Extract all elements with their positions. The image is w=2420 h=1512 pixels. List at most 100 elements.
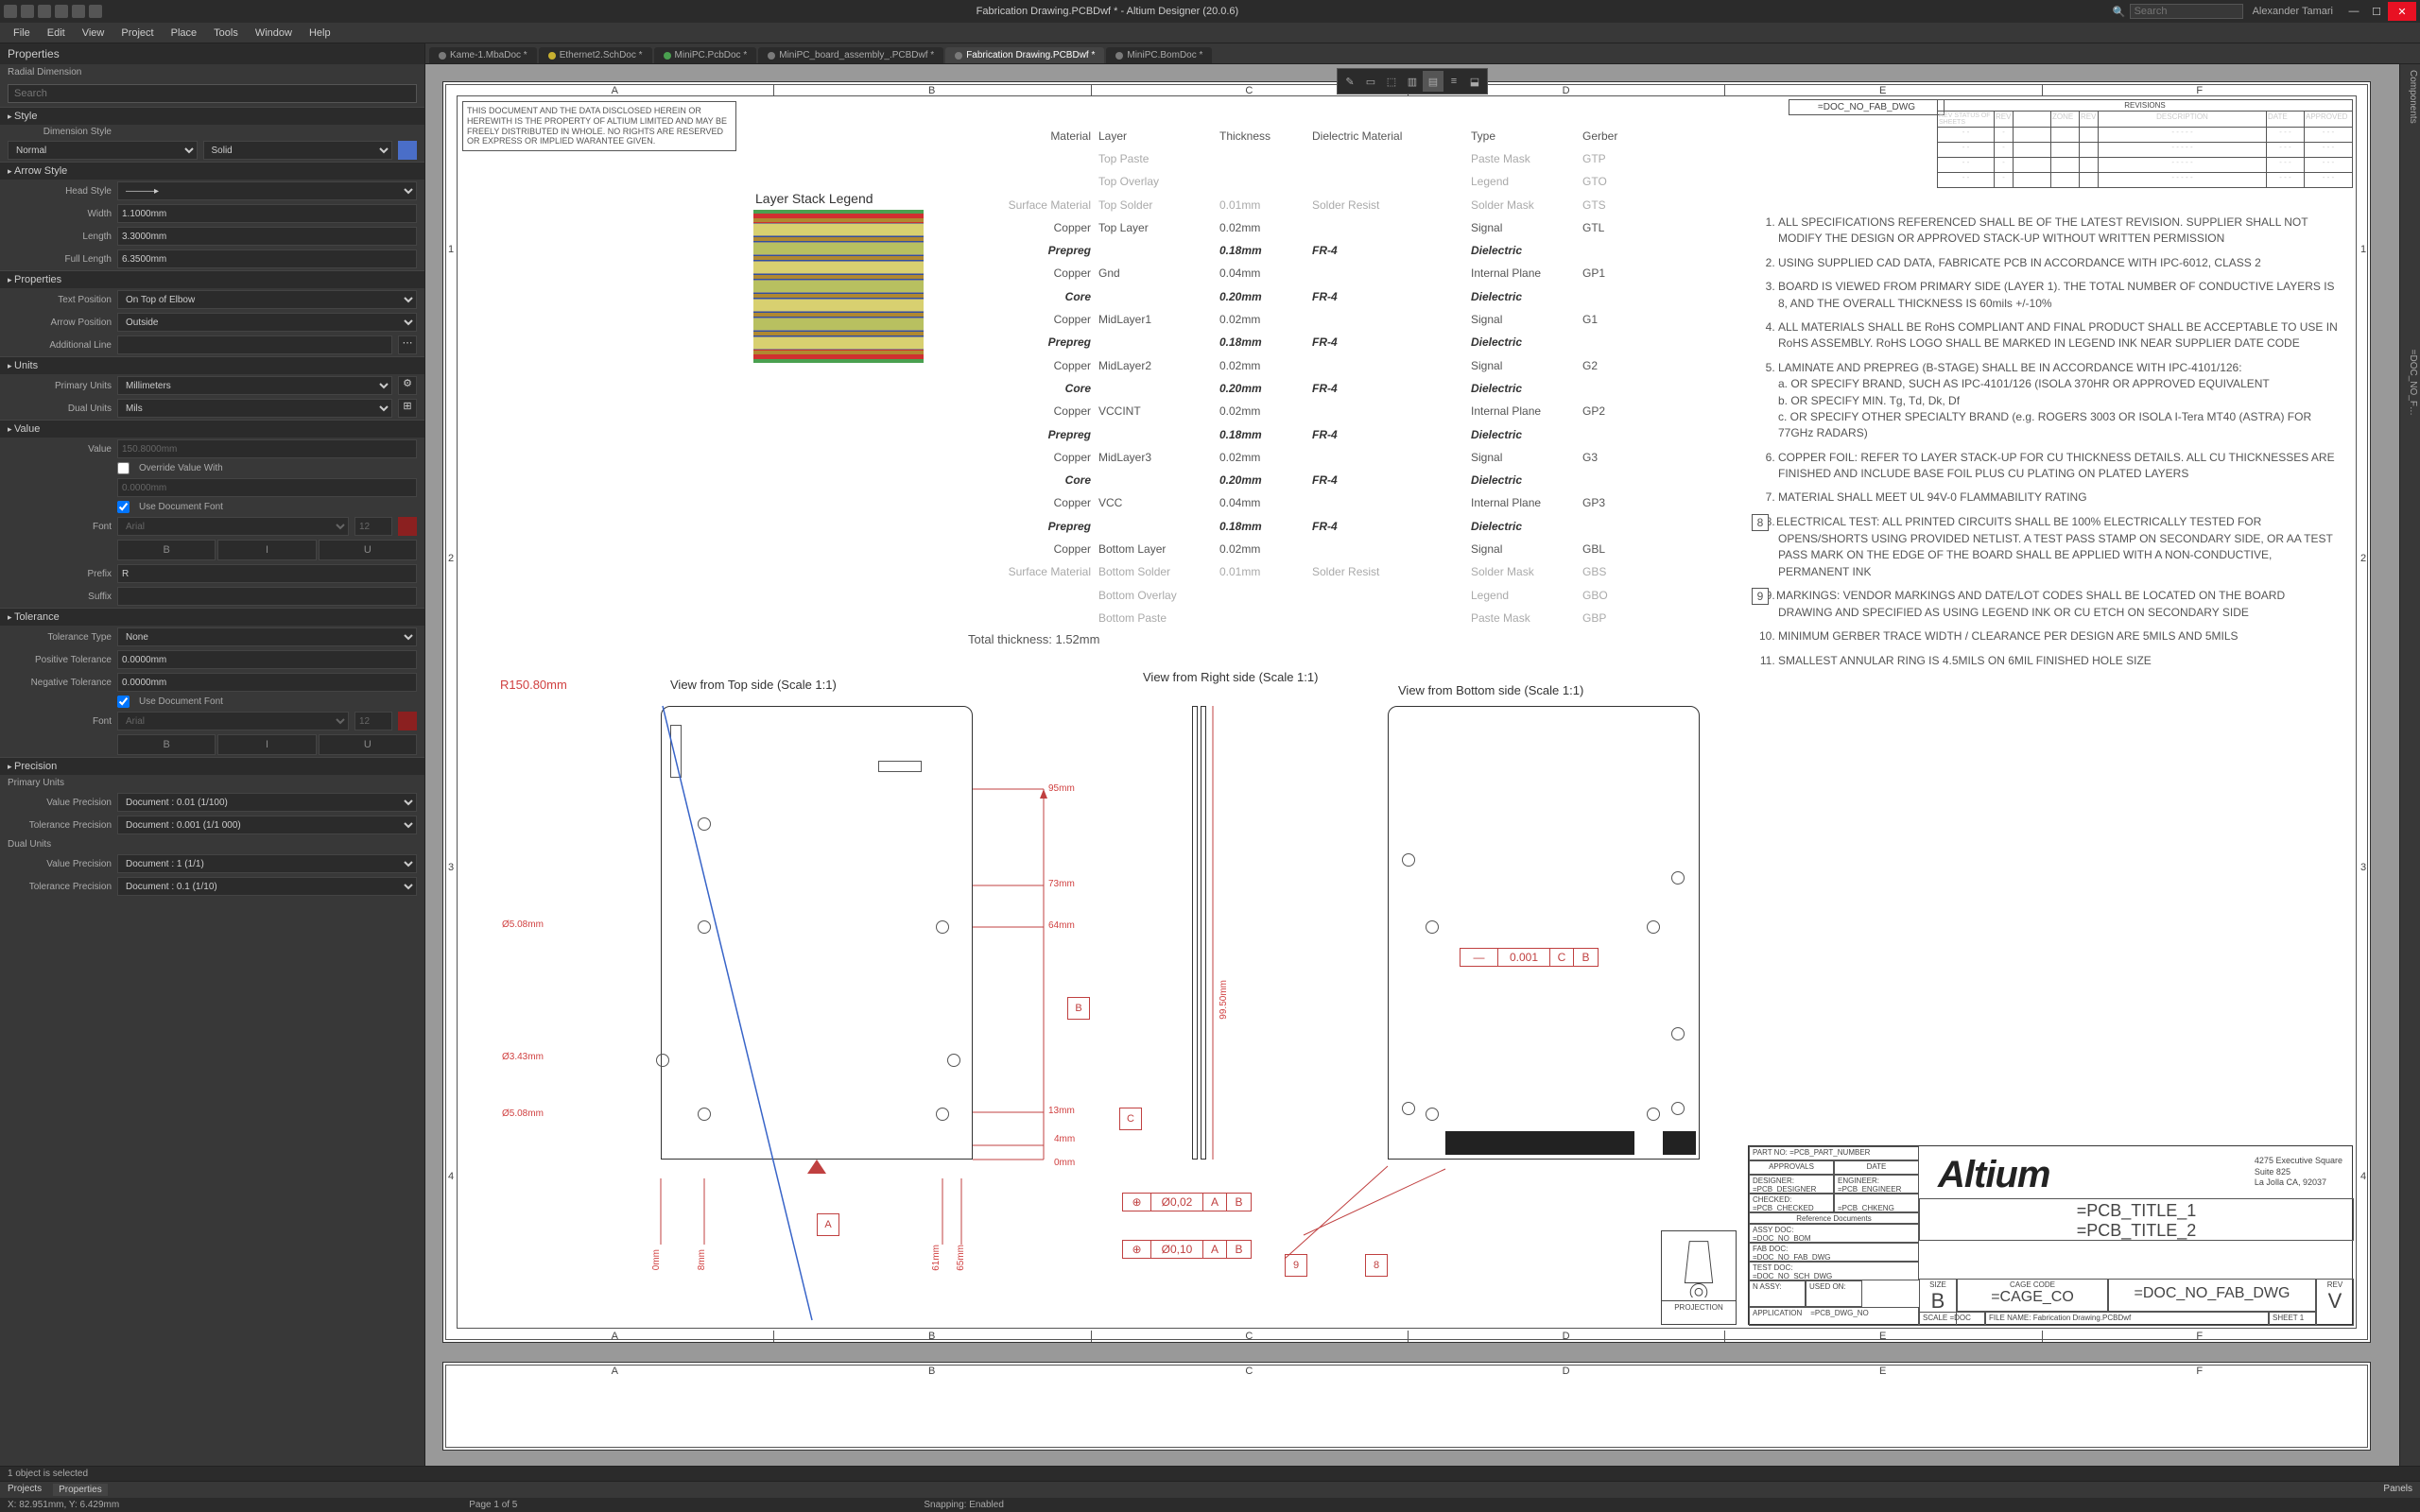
units-btn[interactable]: ⊞ — [398, 399, 417, 418]
section-style[interactable]: Style — [0, 107, 424, 125]
tol-font-select[interactable]: Arial — [117, 712, 349, 730]
tool-icon[interactable]: ▭ — [1360, 71, 1381, 92]
override-input[interactable] — [117, 478, 417, 497]
title-block: Altium 4275 Executive Square Suite 825 L… — [1748, 1145, 2353, 1325]
tool-icon[interactable]: ⬚ — [1381, 71, 1402, 92]
spec-item: COPPER FOIL: REFER TO LAYER STACK-UP FOR… — [1778, 450, 2342, 483]
qat-icon[interactable] — [21, 5, 34, 18]
bold-button[interactable]: B — [117, 540, 216, 560]
section-units[interactable]: Units — [0, 356, 424, 374]
val-prec-select[interactable]: Document : 0.01 (1/100) — [117, 793, 417, 812]
section-properties[interactable]: Properties — [0, 270, 424, 288]
gdt-frame: ⊕ Ø0,02 A B — [1122, 1193, 1252, 1211]
section-value[interactable]: Value — [0, 420, 424, 438]
underline-button[interactable]: U — [319, 540, 417, 560]
suffix-input[interactable] — [117, 587, 417, 606]
doc-tab[interactable]: MiniPC.BomDoc * — [1106, 47, 1212, 63]
neg-tol-input[interactable] — [117, 673, 417, 692]
arrow-pos-select[interactable]: Outside — [117, 313, 417, 332]
color-swatch[interactable] — [398, 141, 417, 160]
bottom-bars: 1 object is selected Projects Properties… — [0, 1466, 2420, 1512]
add-line-button[interactable]: ⋯ — [398, 335, 417, 354]
tool-icon[interactable]: ▥ — [1402, 71, 1423, 92]
head-style-select[interactable]: ———▸ — [117, 181, 417, 200]
doc-tab[interactable]: Kame-1.MbaDoc * — [429, 47, 537, 63]
arrow-length-input[interactable] — [117, 227, 417, 246]
value-label: Value — [8, 444, 112, 455]
minimize-button[interactable]: — — [2342, 2, 2365, 21]
tab-properties[interactable]: Properties — [53, 1484, 108, 1496]
close-button[interactable]: ✕ — [2388, 2, 2416, 21]
marker-9: 9 — [1285, 1254, 1307, 1277]
italic-button[interactable]: I — [217, 540, 316, 560]
drawing-sheet: ABCDEF ABCDEF 1234 1234 THIS DOCUMENT AN… — [442, 81, 2371, 1343]
qat-icon[interactable] — [89, 5, 102, 18]
doc-tab[interactable]: Fabrication Drawing.PCBDwf * — [945, 47, 1104, 63]
add-line-input[interactable] — [117, 335, 392, 354]
doc-tab[interactable]: Ethernet2.SchDoc * — [539, 47, 652, 63]
style-normal-select[interactable]: Normal — [8, 141, 198, 160]
font-color-swatch[interactable] — [398, 517, 417, 536]
tol-bold-button[interactable]: B — [117, 734, 216, 755]
units-btn[interactable]: ⚙ — [398, 376, 417, 395]
override-check[interactable] — [117, 462, 130, 474]
menu-file[interactable]: File — [6, 26, 38, 41]
dim-rh: 99.50mm — [1219, 980, 1229, 1020]
menu-project[interactable]: Project — [113, 26, 161, 41]
qat-icon[interactable] — [38, 5, 51, 18]
dual-units-select[interactable]: Mils — [117, 399, 392, 418]
tool-icon[interactable]: ≡ — [1443, 71, 1464, 92]
maximize-button[interactable]: ☐ — [2365, 2, 2388, 21]
val-prec2-select[interactable]: Document : 1 (1/1) — [117, 854, 417, 873]
font-select[interactable]: Arial — [117, 517, 349, 536]
style-solid-select[interactable]: Solid — [203, 141, 393, 160]
qat-icon[interactable] — [72, 5, 85, 18]
tab-panels[interactable]: Panels — [2383, 1484, 2412, 1496]
primary-units-select[interactable]: Millimeters — [117, 376, 392, 395]
user-label[interactable]: Alexander Tamari — [2253, 6, 2333, 17]
tol-font-size-input[interactable] — [354, 712, 392, 730]
doc-tab[interactable]: MiniPC.PcbDoc * — [654, 47, 757, 63]
tol-use-doc-font-check[interactable] — [117, 696, 130, 708]
section-precision[interactable]: Precision — [0, 757, 424, 775]
menu-help[interactable]: Help — [302, 26, 338, 41]
menu-place[interactable]: Place — [164, 26, 205, 41]
spec-item: 9MARKINGS: VENDOR MARKINGS AND DATE/LOT … — [1778, 588, 2342, 621]
datum-C: C — [1119, 1108, 1142, 1130]
tool-icon[interactable]: ▤ — [1423, 71, 1443, 92]
tol-prec-select[interactable]: Document : 0.001 (1/1 000) — [117, 816, 417, 834]
value-input[interactable] — [117, 439, 417, 458]
font-size-input[interactable] — [354, 517, 392, 536]
doc-tab[interactable]: MiniPC_board_assembly_.PCBDwf * — [758, 47, 943, 63]
text-pos-select[interactable]: On Top of Elbow — [117, 290, 417, 309]
spec-item: BOARD IS VIEWED FROM PRIMARY SIDE (LAYER… — [1778, 279, 2342, 312]
prefix-input[interactable] — [117, 564, 417, 583]
drawing-canvas[interactable]: ✎ ▭ ⬚ ▥ ▤ ≡ ⬓ ABCDEF ABCDEF 1234 1234 TH… — [425, 64, 2399, 1474]
disclaimer-box: THIS DOCUMENT AND THE DATA DISCLOSED HER… — [462, 101, 736, 151]
tol-underline-button[interactable]: U — [319, 734, 417, 755]
use-doc-font-check[interactable] — [117, 501, 130, 513]
section-arrow[interactable]: Arrow Style — [0, 162, 424, 180]
tool-icon[interactable]: ✎ — [1340, 71, 1360, 92]
qat-icon[interactable] — [55, 5, 68, 18]
search-input[interactable] — [2130, 4, 2243, 19]
tol-italic-button[interactable]: I — [217, 734, 316, 755]
menu-window[interactable]: Window — [248, 26, 300, 41]
menu-edit[interactable]: Edit — [40, 26, 73, 41]
tol-prec2-select[interactable]: Document : 0.1 (1/10) — [117, 877, 417, 896]
tol-type-select[interactable]: None — [117, 627, 417, 646]
pos-tol-input[interactable] — [117, 650, 417, 669]
right-rail[interactable]: Components =DOC_NO_F… — [2399, 64, 2420, 1474]
qat-icon[interactable] — [4, 5, 17, 18]
menu-tools[interactable]: Tools — [206, 26, 246, 41]
section-tolerance[interactable]: Tolerance — [0, 608, 424, 626]
arrow-width-input[interactable] — [117, 204, 417, 223]
tol-font-color-swatch[interactable] — [398, 712, 417, 730]
tool-icon[interactable]: ⬓ — [1464, 71, 1485, 92]
search-icon: 🔍 — [2113, 6, 2126, 18]
menu-view[interactable]: View — [75, 26, 112, 41]
panel-search-input[interactable] — [8, 84, 417, 103]
arrow-full-length-input[interactable] — [117, 249, 417, 268]
tab-projects[interactable]: Projects — [8, 1484, 42, 1496]
panel-subtitle: Radial Dimension — [0, 64, 424, 80]
